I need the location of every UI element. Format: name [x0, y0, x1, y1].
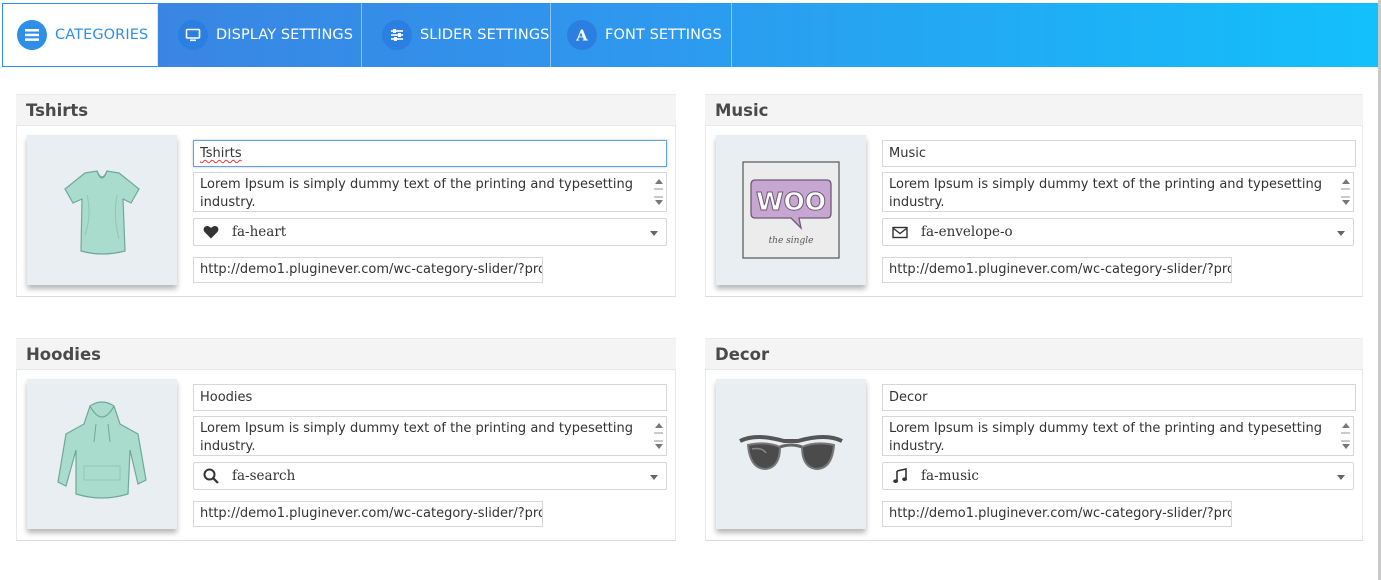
tab-display-settings[interactable]: DISPLAY SETTINGS [158, 3, 362, 67]
chevron-down-icon [1337, 231, 1345, 236]
search-icon [202, 468, 220, 484]
tab-font-settings[interactable]: A FONT SETTINGS [551, 3, 732, 67]
category-card-music: Music WOO the single Music Lorem Ipsum i… [705, 94, 1363, 297]
tab-slider-settings[interactable]: SLIDER SETTINGS [362, 3, 551, 67]
chevron-down-icon [650, 475, 658, 480]
card-title: Music [715, 101, 769, 120]
card-header: Decor [705, 338, 1363, 370]
name-value: Decor [889, 390, 928, 405]
name-value: Music [889, 146, 926, 161]
card-title: Decor [715, 345, 770, 364]
category-name-input[interactable]: Music [882, 140, 1356, 167]
sliders-icon [382, 20, 412, 50]
card-title: Hoodies [26, 345, 101, 364]
category-url-input[interactable]: http://demo1.pluginever.com/wc-category-… [882, 501, 1232, 527]
url-value: http://demo1.pluginever.com/wc-category-… [200, 506, 543, 521]
icon-select-value: fa-music [921, 468, 979, 484]
name-value: Hoodies [200, 390, 253, 405]
textarea-scrollbar[interactable] [1339, 174, 1352, 210]
album-logo-text: WOO [756, 187, 826, 216]
envelope-icon [891, 224, 909, 240]
category-description-textarea[interactable]: Lorem Ipsum is simply dummy text of the … [193, 172, 667, 212]
music-icon [891, 468, 909, 484]
card-header: Hoodies [16, 338, 676, 370]
description-text: Lorem Ipsum is simply dummy text of the … [889, 177, 1323, 210]
card-body: Decor Lorem Ipsum is simply dummy text o… [705, 370, 1363, 541]
category-image[interactable]: WOO the single [716, 135, 866, 285]
monitor-icon [178, 20, 208, 50]
category-icon-select[interactable]: fa-envelope-o [882, 218, 1354, 246]
category-description-textarea[interactable]: Lorem Ipsum is simply dummy text of the … [882, 172, 1354, 212]
heart-icon [202, 224, 220, 240]
name-value: Tshirts [200, 146, 242, 161]
category-url-input[interactable]: http://demo1.pluginever.com/wc-category-… [193, 501, 543, 527]
category-icon-select[interactable]: fa-search [193, 462, 667, 490]
textarea-scrollbar[interactable] [652, 174, 665, 210]
chevron-down-icon [1337, 475, 1345, 480]
card-body: Tshirts Lorem Ipsum is simply dummy text… [16, 126, 676, 297]
icon-select-value: fa-envelope-o [921, 224, 1013, 240]
category-description-textarea[interactable]: Lorem Ipsum is simply dummy text of the … [193, 416, 667, 456]
category-url-input[interactable]: http://demo1.pluginever.com/wc-category-… [193, 257, 543, 283]
card-body: Hoodies Lorem Ipsum is simply dummy text… [16, 370, 676, 541]
description-text: Lorem Ipsum is simply dummy text of the … [200, 177, 634, 210]
icon-select-value: fa-search [232, 468, 296, 484]
url-value: http://demo1.pluginever.com/wc-category-… [889, 262, 1232, 277]
textarea-scrollbar[interactable] [652, 418, 665, 454]
hoodie-image [57, 401, 147, 499]
font-icon: A [567, 20, 597, 50]
tab-label: FONT SETTINGS [605, 27, 722, 43]
category-image[interactable] [27, 379, 177, 529]
tab-categories[interactable]: CATEGORIES [2, 3, 158, 67]
tab-label: SLIDER SETTINGS [420, 27, 550, 43]
category-icon-select[interactable]: fa-music [882, 462, 1354, 490]
category-card-hoodies: Hoodies Hoodies Lorem Ipsum is simply du… [16, 338, 676, 541]
card-title: Tshirts [26, 101, 89, 120]
album-subtext: the single [769, 236, 814, 246]
category-name-input[interactable]: Hoodies [193, 384, 667, 411]
tshirt-image [64, 170, 140, 255]
tab-label: CATEGORIES [55, 27, 149, 43]
category-name-input[interactable]: Decor [882, 384, 1356, 411]
description-text: Lorem Ipsum is simply dummy text of the … [200, 421, 634, 454]
category-image[interactable] [716, 379, 866, 529]
list-icon [17, 20, 47, 50]
svg-text:A: A [575, 27, 588, 43]
textarea-scrollbar[interactable] [1339, 418, 1352, 454]
url-value: http://demo1.pluginever.com/wc-category-… [200, 262, 543, 277]
description-text: Lorem Ipsum is simply dummy text of the … [889, 421, 1323, 454]
sunglasses-image [739, 435, 843, 471]
card-header: Tshirts [16, 94, 676, 126]
settings-tab-bar: CATEGORIES DISPLAY SETTINGS SLIDER SETTI… [2, 3, 1378, 67]
chevron-down-icon [650, 231, 658, 236]
category-url-input[interactable]: http://demo1.pluginever.com/wc-category-… [882, 257, 1232, 283]
url-value: http://demo1.pluginever.com/wc-category-… [889, 506, 1232, 521]
category-name-input[interactable]: Tshirts [193, 140, 667, 167]
woo-album-image: WOO the single [742, 161, 840, 259]
icon-select-value: fa-heart [232, 224, 287, 240]
category-description-textarea[interactable]: Lorem Ipsum is simply dummy text of the … [882, 416, 1354, 456]
category-image[interactable] [27, 135, 177, 285]
card-header: Music [705, 94, 1363, 126]
category-card-decor: Decor Decor Lorem Ipsum is simply dummy … [705, 338, 1363, 541]
card-body: WOO the single Music Lorem Ipsum is simp… [705, 126, 1363, 297]
category-card-tshirts: Tshirts Tshirts Lorem Ipsum is simply du… [16, 94, 676, 297]
category-icon-select[interactable]: fa-heart [193, 218, 667, 246]
tab-label: DISPLAY SETTINGS [216, 27, 354, 43]
